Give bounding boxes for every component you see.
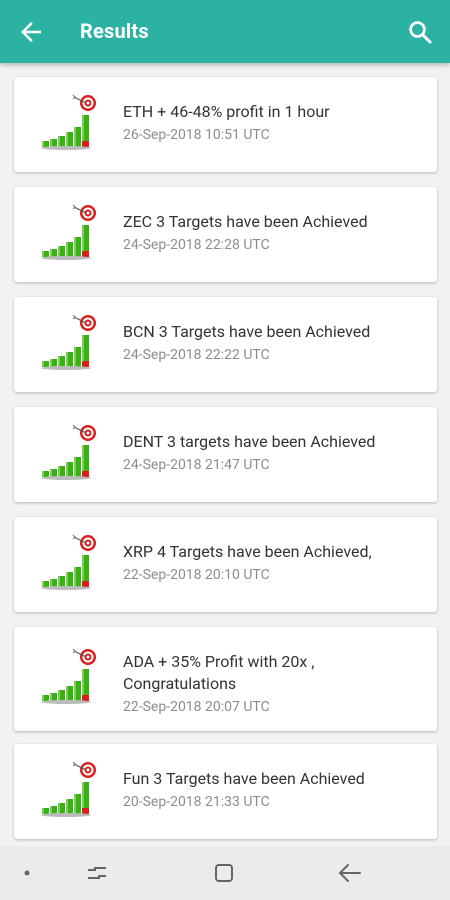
- growth-chart-target-icon: [40, 424, 97, 481]
- result-card[interactable]: DENT 3 targets have been Achieved 24-Sep…: [14, 407, 437, 502]
- result-date: 22-Sep-2018 20:07 UTC: [123, 699, 270, 715]
- result-date: 24-Sep-2018 22:28 UTC: [123, 237, 270, 253]
- result-card[interactable]: ADA + 35% Profit with 20x , Congratulati…: [14, 627, 437, 731]
- result-date: 26-Sep-2018 10:51 UTC: [123, 127, 270, 143]
- result-date: 22-Sep-2018 20:10 UTC: [123, 567, 270, 583]
- app-bar: Results: [0, 0, 450, 63]
- result-date: 24-Sep-2018 22:22 UTC: [123, 347, 270, 363]
- search-icon[interactable]: [405, 17, 435, 47]
- result-headline: Fun 3 Targets have been Achieved: [123, 769, 365, 788]
- result-card[interactable]: ETH + 46-48% profit in 1 hour 26-Sep-201…: [14, 77, 437, 172]
- system-nav-bar: [0, 846, 450, 900]
- growth-chart-target-icon: [40, 314, 97, 371]
- growth-chart-target-icon: [40, 94, 97, 151]
- growth-chart-target-icon: [40, 761, 97, 818]
- result-date: 24-Sep-2018 21:47 UTC: [123, 457, 270, 473]
- arrow-left-icon[interactable]: [16, 17, 46, 47]
- back-nav-icon[interactable]: [336, 859, 364, 887]
- result-headline: ADA + 35% Profit with 20x , Congratulati…: [123, 652, 315, 693]
- growth-chart-target-icon: [40, 648, 97, 705]
- result-headline: ZEC 3 Targets have been Achieved: [123, 212, 368, 231]
- result-headline: BCN 3 Targets have been Achieved: [123, 322, 371, 341]
- result-card[interactable]: XRP 4 Targets have been Achieved, 22-Sep…: [14, 517, 437, 612]
- growth-chart-target-icon: [40, 204, 97, 261]
- result-card[interactable]: BCN 3 Targets have been Achieved 24-Sep-…: [14, 297, 437, 392]
- home-icon[interactable]: [210, 859, 238, 887]
- recents-icon[interactable]: [83, 859, 111, 887]
- result-date: 20-Sep-2018 21:33 UTC: [123, 794, 270, 810]
- page-title: Results: [80, 19, 149, 43]
- result-card[interactable]: Fun 3 Targets have been Achieved 20-Sep-…: [14, 744, 437, 839]
- result-card[interactable]: ZEC 3 Targets have been Achieved 24-Sep-…: [14, 187, 437, 282]
- dot-icon[interactable]: [13, 859, 41, 887]
- result-headline: DENT 3 targets have been Achieved: [123, 432, 376, 451]
- result-headline: XRP 4 Targets have been Achieved,: [123, 542, 372, 561]
- result-headline: ETH + 46-48% profit in 1 hour: [123, 102, 330, 121]
- growth-chart-target-icon: [40, 534, 97, 591]
